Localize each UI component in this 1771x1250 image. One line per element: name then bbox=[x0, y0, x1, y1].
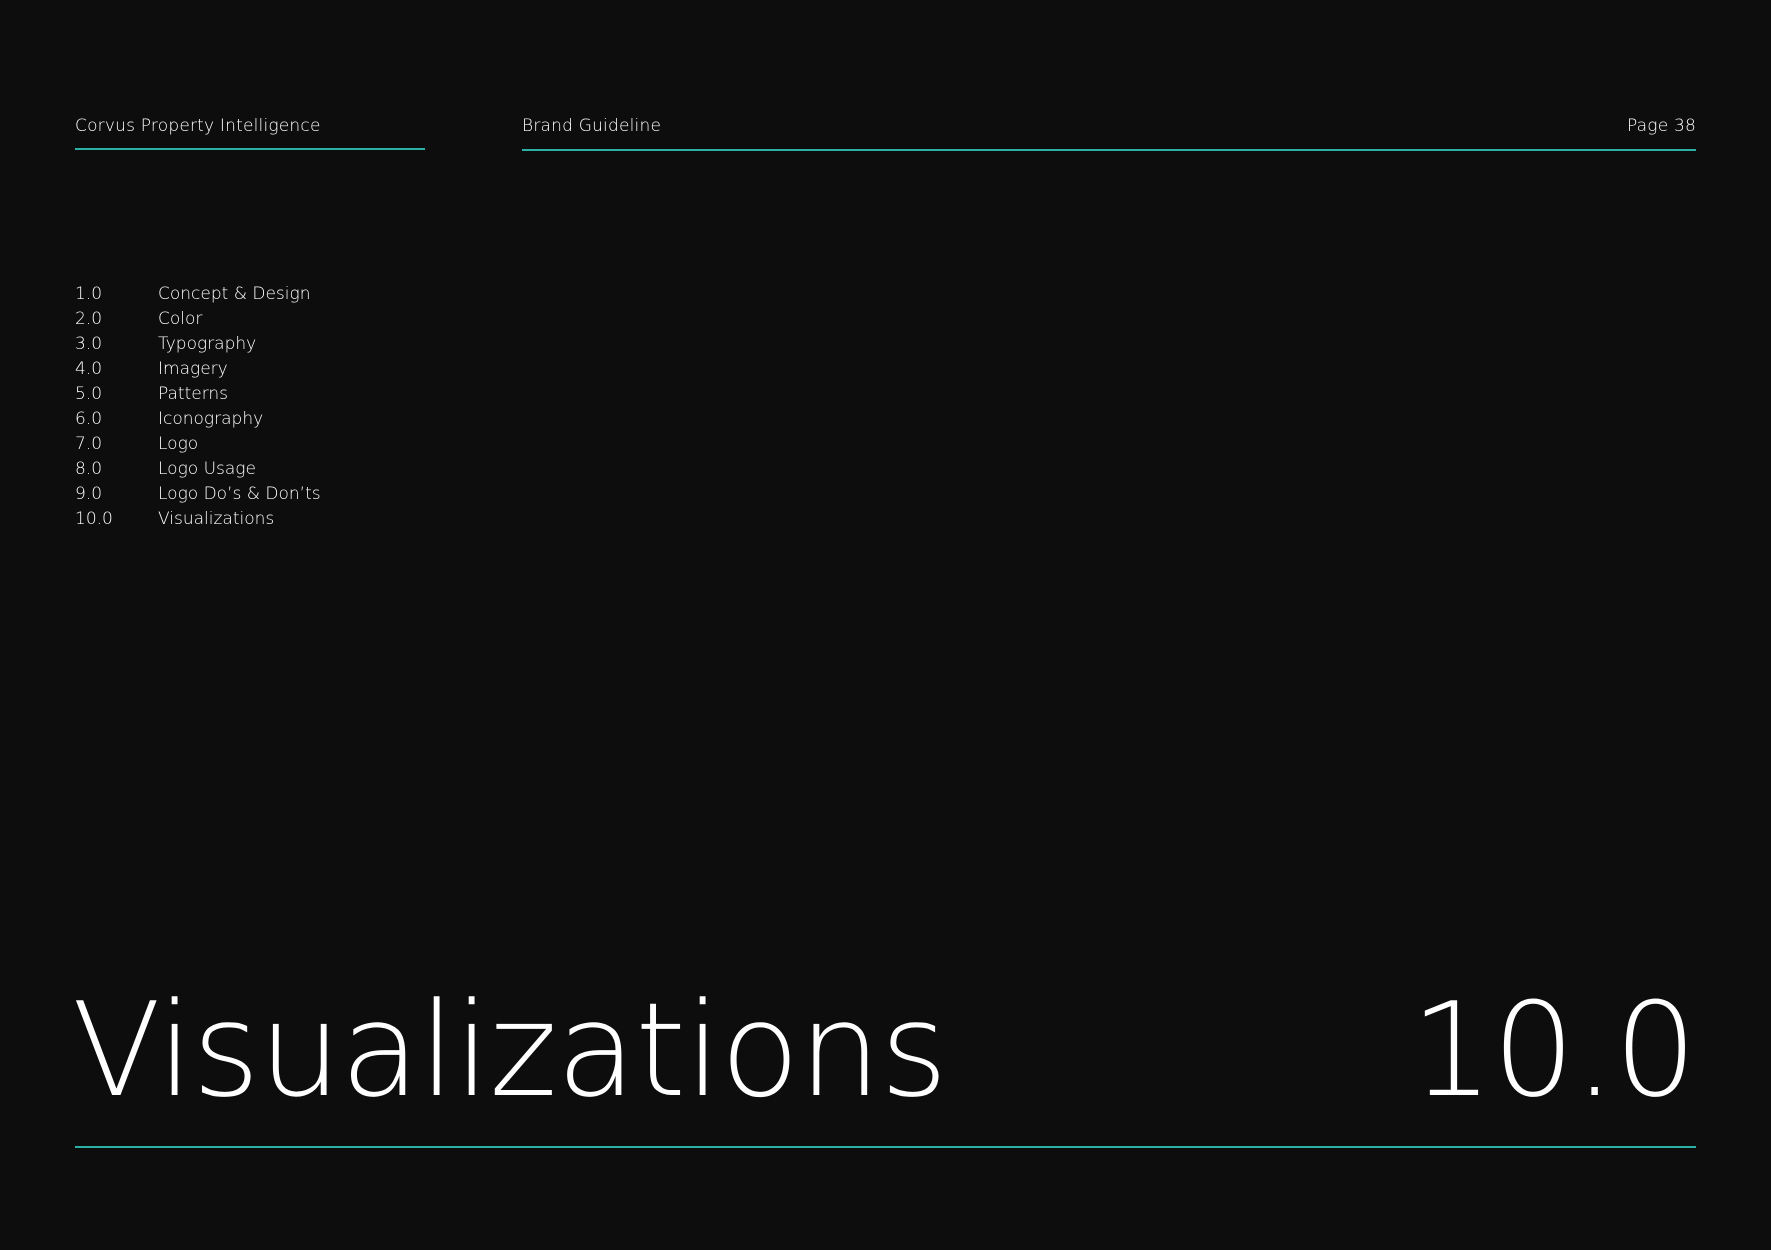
toc-item-number: 9.0 bbox=[75, 484, 103, 504]
toc-item-number: 5.0 bbox=[75, 384, 103, 404]
company-name: Corvus Property Intelligence bbox=[75, 116, 321, 136]
toc-item-label: Logo Usage bbox=[158, 459, 256, 479]
toc-item-number: 10.0 bbox=[75, 509, 113, 529]
toc-item[interactable]: 7.0 Logo bbox=[75, 433, 321, 458]
toc-item-number: 8.0 bbox=[75, 459, 103, 479]
toc-item-number: 7.0 bbox=[75, 434, 103, 454]
toc-item-number: 6.0 bbox=[75, 409, 103, 429]
document-title: Brand Guideline bbox=[522, 116, 662, 136]
toc-item-label: Iconography bbox=[158, 409, 264, 429]
table-of-contents: 1.0 Concept & Design 2.0 Color 3.0 Typograp… bbox=[75, 283, 321, 533]
toc-item-label: Concept & Design bbox=[158, 284, 311, 304]
toc-item-label: Typography bbox=[158, 334, 257, 354]
section-number: 10.0 bbox=[1410, 974, 1697, 1126]
toc-item-label: Visualizations bbox=[158, 509, 275, 529]
toc-item[interactable]: 10.0 Visualizations bbox=[75, 508, 321, 533]
toc-item[interactable]: 9.0 Logo Do’s & Don’ts bbox=[75, 483, 321, 508]
toc-item[interactable]: 5.0 Patterns bbox=[75, 383, 321, 408]
page-number: Page 38 bbox=[1626, 116, 1696, 136]
toc-item-number: 2.0 bbox=[75, 309, 103, 329]
section-title: Visualizations bbox=[72, 974, 948, 1126]
toc-item-label: Patterns bbox=[158, 384, 229, 404]
toc-item[interactable]: 1.0 Concept & Design bbox=[75, 283, 321, 308]
toc-item-number: 3.0 bbox=[75, 334, 103, 354]
toc-item[interactable]: 4.0 Imagery bbox=[75, 358, 321, 383]
toc-item-label: Logo Do’s & Don’ts bbox=[158, 484, 321, 504]
toc-item-label: Logo bbox=[158, 434, 199, 454]
toc-item[interactable]: 2.0 Color bbox=[75, 308, 321, 333]
section-divider bbox=[75, 1146, 1696, 1148]
header-divider-right bbox=[522, 149, 1696, 151]
toc-item[interactable]: 8.0 Logo Usage bbox=[75, 458, 321, 483]
toc-item[interactable]: 3.0 Typography bbox=[75, 333, 321, 358]
toc-item[interactable]: 6.0 Iconography bbox=[75, 408, 321, 433]
toc-item-label: Imagery bbox=[158, 359, 228, 379]
toc-item-number: 1.0 bbox=[75, 284, 103, 304]
toc-item-number: 4.0 bbox=[75, 359, 103, 379]
toc-item-label: Color bbox=[158, 309, 203, 329]
header-divider-left bbox=[75, 148, 425, 150]
